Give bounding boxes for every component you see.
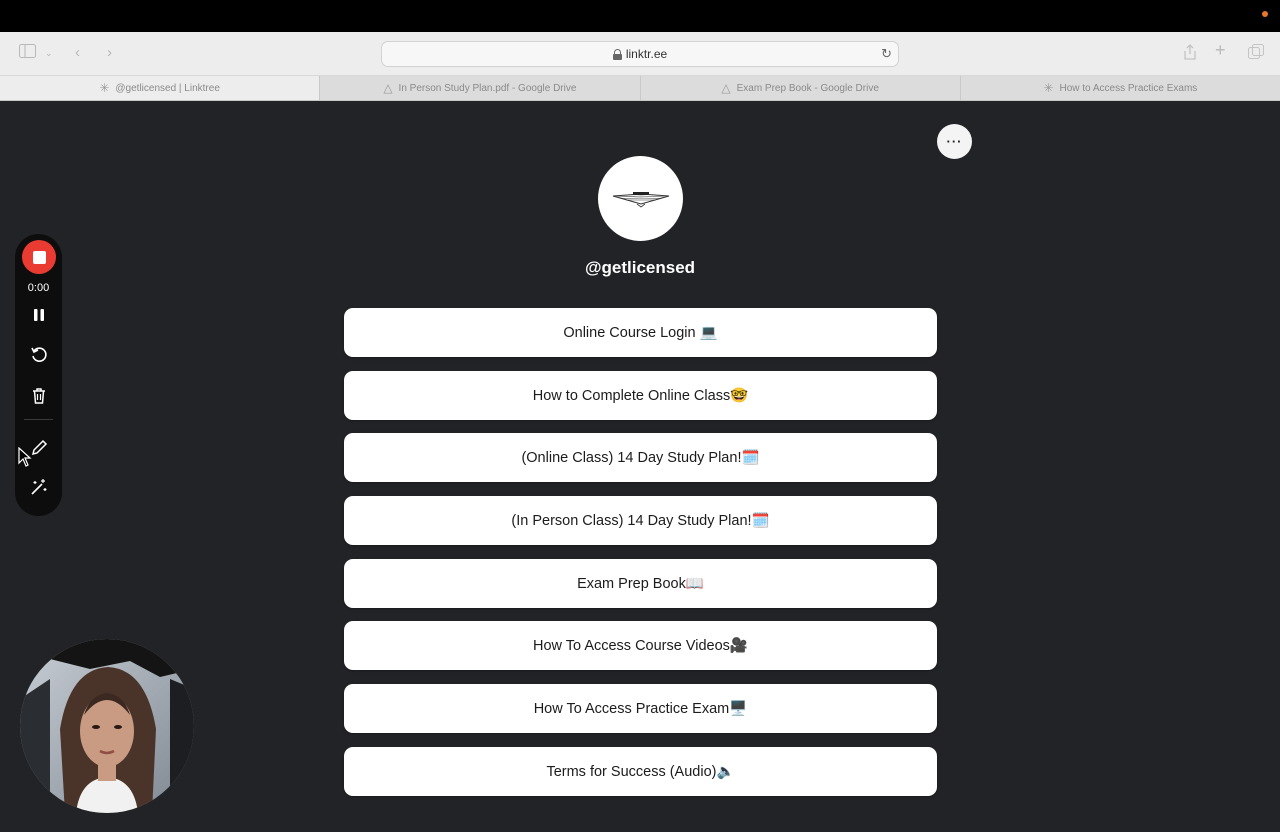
linktree-icon: ✳ <box>99 81 110 95</box>
link-how-to-complete-online-class[interactable]: How to Complete Online Class🤓 <box>344 370 937 420</box>
recording-indicator-dot <box>1262 11 1268 17</box>
google-drive-icon: △ <box>383 81 393 95</box>
link-exam-prep-book[interactable]: Exam Prep Book📖 <box>344 558 937 608</box>
effects-button[interactable] <box>26 474 52 500</box>
delete-button[interactable] <box>26 382 52 408</box>
pause-icon <box>34 309 44 321</box>
tab-label: In Person Study Plan.pdf - Google Drive <box>398 82 577 94</box>
link-in-person-class-study-plan[interactable]: (In Person Class) 14 Day Study Plan!🗓️ <box>344 496 937 546</box>
tab-overview-icon[interactable] <box>1248 44 1264 64</box>
recording-timer: 0:00 <box>27 282 50 294</box>
back-icon[interactable]: ‹ <box>75 44 80 62</box>
url-text: linktr.ee <box>625 47 668 61</box>
tab-label: How to Access Practice Exams <box>1059 82 1198 94</box>
browser-toolbar: ⌄ ‹ › linktr.ee ↻ + <box>0 32 1280 76</box>
sidebar-toggle-icon[interactable] <box>19 44 36 63</box>
google-drive-icon: △ <box>721 81 731 95</box>
trash-icon <box>33 387 45 404</box>
address-bar[interactable]: linktr.ee ↻ <box>381 41 899 67</box>
magic-wand-icon <box>31 479 47 495</box>
tab-bar: ✳ @getlicensed | Linktree △ In Person St… <box>0 76 1280 101</box>
restart-icon <box>31 347 47 362</box>
restart-button[interactable] <box>26 342 52 368</box>
tab-exam-prep-book[interactable]: △ Exam Prep Book - Google Drive <box>639 76 960 100</box>
reload-icon[interactable]: ↻ <box>881 46 892 62</box>
tab-linktree[interactable]: ✳ @getlicensed | Linktree <box>0 76 320 100</box>
stop-recording-button[interactable] <box>22 240 56 274</box>
avatar <box>598 156 683 241</box>
chevron-down-icon[interactable]: ⌄ <box>45 44 53 62</box>
pause-button[interactable] <box>26 302 52 328</box>
tab-practice-exams[interactable]: ✳ How to Access Practice Exams <box>959 76 1280 100</box>
tab-label: Exam Prep Book - Google Drive <box>736 82 879 94</box>
toolbar-divider <box>24 419 53 420</box>
presenter-video <box>20 639 194 813</box>
pencil-icon <box>31 439 48 456</box>
new-tab-icon[interactable]: + <box>1215 41 1226 59</box>
tab-in-person-study-plan[interactable]: △ In Person Study Plan.pdf - Google Driv… <box>319 76 639 100</box>
link-online-class-study-plan[interactable]: (Online Class) 14 Day Study Plan!🗓️ <box>344 433 937 483</box>
screen-top-bar <box>0 0 1280 32</box>
stop-icon <box>32 250 46 264</box>
forward-icon[interactable]: › <box>107 44 112 62</box>
link-practice-exam[interactable]: How To Access Practice Exam🖥️ <box>344 684 937 734</box>
link-list: Online Course Login 💻 How to Complete On… <box>344 308 937 810</box>
tab-label: @getlicensed | Linktree <box>115 82 220 94</box>
link-course-videos[interactable]: How To Access Course Videos🎥 <box>344 621 937 671</box>
winged-logo-icon <box>612 191 669 207</box>
recording-toolbar: 0:00 <box>15 234 62 516</box>
profile-username: @getlicensed <box>584 258 696 277</box>
webcam-bubble[interactable] <box>20 639 194 813</box>
share-icon[interactable] <box>1183 44 1197 65</box>
link-terms-for-success[interactable]: Terms for Success (Audio)🔈 <box>344 746 937 796</box>
more-options-button[interactable]: ··· <box>937 124 972 159</box>
link-online-course-login[interactable]: Online Course Login 💻 <box>344 308 937 357</box>
linktree-icon: ✳ <box>1043 81 1054 95</box>
lock-icon <box>612 48 622 60</box>
mouse-cursor-icon <box>18 446 32 472</box>
